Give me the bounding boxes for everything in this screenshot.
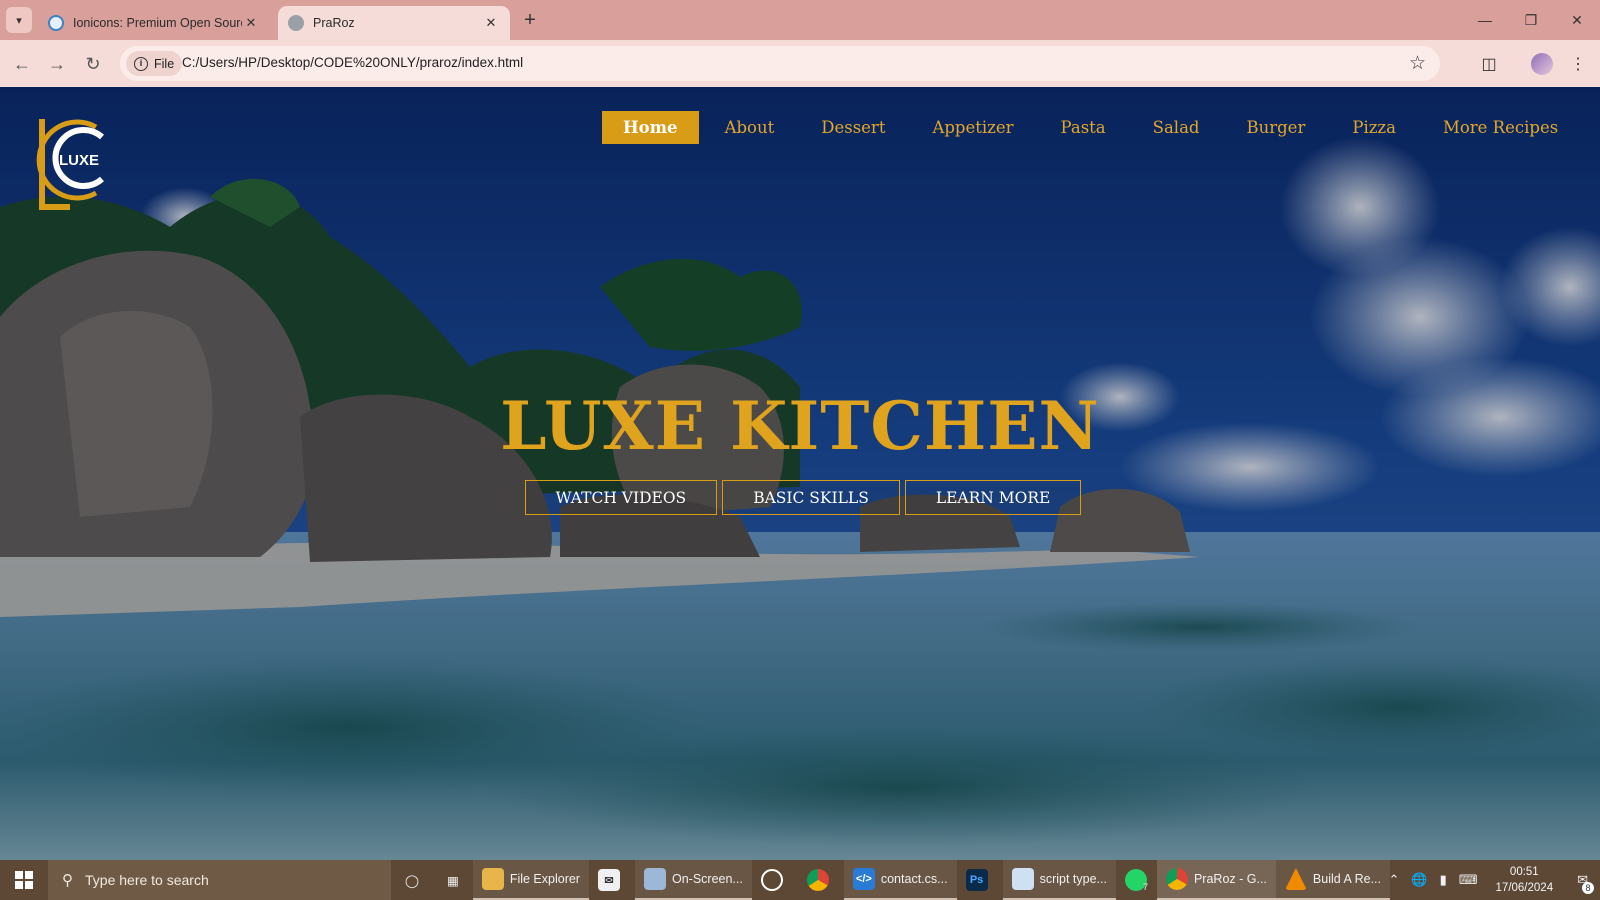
restore-button[interactable]: ❐ [1508,6,1554,34]
clock-date: 17/06/2024 [1495,882,1554,894]
vlc-icon [1284,868,1307,890]
back-button[interactable]: ← [9,51,35,77]
watch-videos-button[interactable]: WATCH VIDEOS [524,480,718,515]
windows-logo-icon [15,871,33,889]
globe-favicon-icon [288,15,304,31]
ionicons-favicon-icon [48,15,64,31]
chrome-icon [806,869,829,891]
site-info-chip[interactable]: i File [126,51,183,76]
nav-item-burger[interactable]: Burger [1225,111,1326,144]
minimize-button[interactable]: — [1462,6,1508,34]
search-icon: ⚲ [62,872,73,889]
taskbar-app-vlc[interactable]: Build A Re... [1275,860,1391,900]
close-tab-icon[interactable]: ✕ [242,15,260,31]
taskbar-app-vscode[interactable]: </> contact.cs... [843,860,957,900]
taskbar-app-photoshop[interactable]: Ps [957,860,1003,900]
nav-item-pizza[interactable]: Pizza [1331,111,1417,144]
battery-icon[interactable]: ▮ [1434,872,1453,888]
chrome-icon [1165,868,1188,890]
taskbar-app-on-screen-keyboard[interactable]: On-Screen... [634,860,752,900]
basic-skills-button[interactable]: BASIC SKILLS [722,480,900,515]
bookmark-star-icon[interactable]: ☆ [1409,52,1426,75]
nav-item-pasta[interactable]: Pasta [1040,111,1127,144]
profile-avatar[interactable] [1528,50,1556,78]
url-text[interactable]: C:/Users/HP/Desktop/CODE%20ONLY/praroz/i… [182,55,523,70]
browser-menu-icon[interactable]: ⋮ [1564,50,1592,78]
new-tab-button[interactable]: + [518,9,542,33]
browser-tab-bar: ▾ Ionicons: Premium Open Source ✕ PraRoz… [0,0,1600,40]
extensions-icon[interactable]: ◫ [1475,50,1503,78]
taskbar-app-notepad[interactable]: script type... [1002,860,1116,900]
chevron-up-icon[interactable]: ⌃ [1383,872,1406,888]
mail-icon: ✉ [597,869,620,891]
nav-item-salad[interactable]: Salad [1132,111,1221,144]
logo-text: LUXE [59,152,99,169]
nav-item-appetizer[interactable]: Appetizer [911,111,1034,144]
taskbar-app-chrome-praroz[interactable]: PraRoz - G... [1156,860,1276,900]
nav-item-about[interactable]: About [704,111,796,144]
nav-item-dessert[interactable]: Dessert [800,111,906,144]
browser-toolbar: ← → ↻ i File C:/Users/HP/Desktop/CODE%20… [0,40,1600,87]
nav-item-home[interactable]: Home [602,111,699,144]
notification-count: 8 [1582,882,1594,894]
notepad-icon [1011,868,1034,890]
taskbar-clock[interactable]: 00:51 17/06/2024 [1484,864,1566,896]
tab-title: PraRoz [313,16,355,30]
whatsapp-badge: 7 [1142,882,1148,892]
vscode-icon: </> [852,868,875,890]
info-icon: i [134,56,148,71]
notifications-icon[interactable]: ✉ 8 [1565,872,1600,894]
taskbar-app-label: contact.cs... [880,872,948,886]
main-nav: Home About Dessert Appetizer Pasta Salad… [602,111,1584,144]
task-view-icon[interactable]: ▦ [433,860,473,900]
nav-item-more-recipes[interactable]: More Recipes [1422,111,1579,144]
tab-praroz[interactable]: PraRoz ✕ [278,6,510,40]
luxe-logo[interactable]: LUXE [36,113,116,213]
taskbar-app-label: script type... [1039,872,1107,886]
forward-button[interactable]: → [44,51,70,77]
folder-icon [481,868,504,890]
hero-dark-overlay [0,87,1600,860]
reload-button[interactable]: ↻ [80,51,106,77]
windows-start-button[interactable] [0,860,48,900]
globe-icon[interactable]: 🌐 [1405,872,1433,888]
taskbar-app-target[interactable] [752,860,798,900]
tab-ionicons[interactable]: Ionicons: Premium Open Source ✕ [38,6,270,40]
tab-title: Ionicons: Premium Open Source [73,16,242,30]
avatar [1531,53,1553,75]
hero-title: LUXE KITCHEN [500,387,1100,465]
address-bar[interactable]: i File C:/Users/HP/Desktop/CODE%20ONLY/p… [120,46,1440,81]
taskbar-app-whatsapp[interactable]: 7 [1116,860,1157,900]
keyboard-icon[interactable]: ⌨ [1453,872,1484,888]
clock-time: 00:51 [1509,866,1539,878]
taskbar-app-label: File Explorer [509,872,580,886]
close-tab-icon[interactable]: ✕ [482,15,500,31]
close-window-button[interactable]: ✕ [1554,6,1600,34]
search-placeholder: Type here to search [85,872,209,888]
taskbar-search-box[interactable]: ⚲ Type here to search [48,860,391,900]
system-tray: ⌃ 🌐 ▮ ⌨ 00:51 17/06/2024 ✉ 8 [1383,860,1600,900]
hero-button-group: WATCH VIDEOS BASIC SKILLS LEARN MORE [0,480,1600,515]
photoshop-icon: Ps [965,869,988,891]
taskbar-app-label: PraRoz - G... [1193,872,1267,886]
site-info-label: File [154,56,175,71]
tab-search-icon[interactable]: ▾ [6,7,32,33]
windows-taskbar: ⚲ Type here to search ◯ ▦ File Explorer … [0,860,1600,900]
taskbar-app-label: Build A Re... [1312,872,1382,886]
target-icon [760,869,783,891]
taskbar-app-chrome[interactable] [798,860,844,900]
keyboard-app-icon [643,868,666,890]
page-viewport: LUXE Home About Dessert Appetizer Pasta … [0,87,1600,860]
cortana-icon[interactable]: ◯ [391,860,433,900]
taskbar-app-label: On-Screen... [671,872,743,886]
taskbar-app-mail[interactable]: ✉ [589,860,635,900]
taskbar-app-file-explorer[interactable]: File Explorer [472,860,589,900]
learn-more-button[interactable]: LEARN MORE [904,480,1082,515]
